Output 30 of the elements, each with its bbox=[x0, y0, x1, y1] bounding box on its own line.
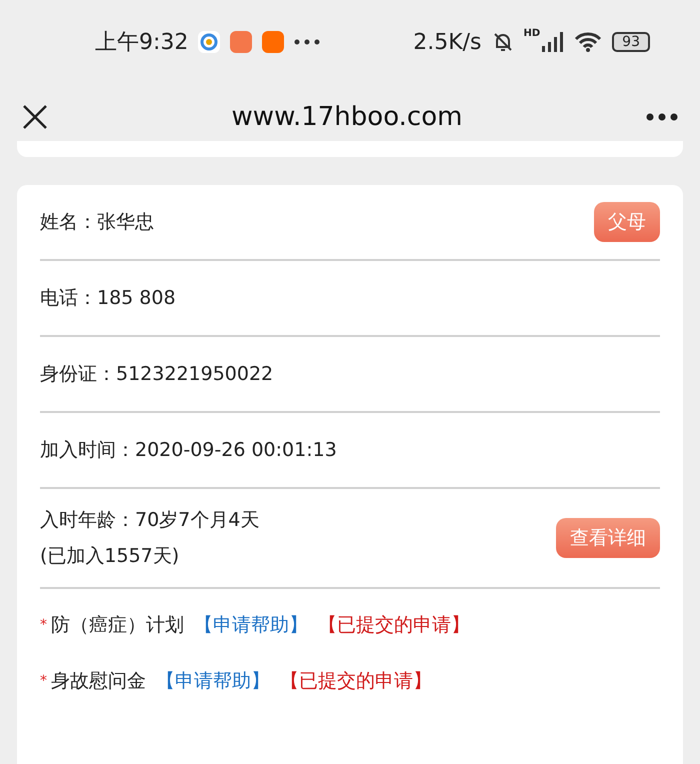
field-note: (已加入1557天) bbox=[40, 544, 180, 569]
page-url: www.17hboo.com bbox=[230, 102, 464, 132]
more-icon bbox=[294, 39, 320, 45]
app-icon bbox=[262, 31, 284, 53]
status-time: 上午9:32 bbox=[95, 29, 188, 57]
app-icon bbox=[198, 31, 220, 53]
required-mark: * bbox=[40, 617, 47, 633]
network-type: HD bbox=[524, 28, 540, 39]
plan-name: 防（癌症）计划 bbox=[51, 613, 184, 638]
signal-icon bbox=[542, 32, 564, 52]
apply-link[interactable]: 【申请帮助】 bbox=[194, 612, 308, 638]
detail-button[interactable]: 父母 bbox=[594, 202, 660, 242]
submitted-link[interactable]: 【已提交的申请】 bbox=[280, 668, 432, 694]
field-text: 加入时间：2020-09-26 00:01:13 bbox=[40, 438, 337, 463]
field-text: 身份证：5123221950022 bbox=[40, 362, 274, 387]
detail-button[interactable]: 查看详细 bbox=[556, 518, 660, 558]
battery-level: 93 bbox=[612, 32, 650, 52]
wifi-icon bbox=[574, 32, 602, 52]
shop-icon bbox=[230, 31, 252, 53]
field-text: 入时年龄：70岁7个月4天 bbox=[40, 508, 260, 533]
required-mark: * bbox=[40, 673, 47, 689]
plan-name: 身故慰问金 bbox=[51, 669, 146, 694]
close-icon[interactable] bbox=[22, 104, 48, 130]
submitted-link[interactable]: 【已提交的申请】 bbox=[318, 612, 470, 638]
bell-off-icon bbox=[492, 31, 514, 53]
network-speed: 2.5K/s bbox=[413, 30, 482, 54]
menu-icon[interactable] bbox=[646, 112, 678, 120]
field-text: 姓名：张华忠 bbox=[40, 210, 154, 235]
field-text: 电话：185 808 bbox=[40, 286, 176, 311]
apply-link[interactable]: 【申请帮助】 bbox=[156, 668, 270, 694]
